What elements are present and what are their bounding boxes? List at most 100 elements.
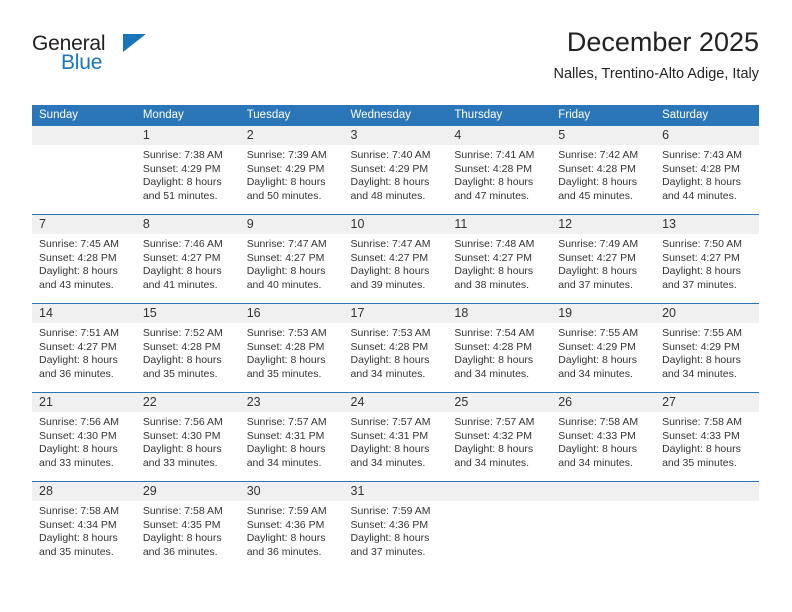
sunrise-text: Sunrise: 7:49 AM bbox=[558, 238, 639, 250]
sunset-text: Sunset: 4:28 PM bbox=[142, 340, 221, 353]
calendar-day-cell[interactable]: 5 Sunrise: 7:42 AM Sunset: 4:28 PM Daylight… bbox=[551, 126, 656, 215]
calendar-day-cell[interactable]: 28 Sunrise: 7:58 AM Sunset: 4:34 PM Dayligh… bbox=[32, 481, 136, 570]
calendar-day-cell[interactable]: 1 Sunrise: 7:38 AM Sunset: 4:29 PM Daylight… bbox=[135, 126, 240, 215]
day-details: Sunrise: 7:43 AM Sunset: 4:28 PM Daylight:… bbox=[655, 145, 759, 203]
daylight-text-line1: Daylight: 8 hours bbox=[662, 176, 741, 189]
calendar-day-cell[interactable]: 4 Sunrise: 7:41 AM Sunset: 4:28 PM Daylight… bbox=[447, 126, 552, 215]
sunrise-text: Sunrise: 7:56 AM bbox=[142, 416, 223, 428]
day-details: Sunrise: 7:57 AM Sunset: 4:31 PM Daylight:… bbox=[240, 412, 344, 470]
sunrise-text: Sunrise: 7:47 AM bbox=[350, 238, 431, 250]
calendar-day-cell[interactable]: 31 Sunrise: 7:59 AM Sunset: 4:36 PM Dayligh… bbox=[343, 481, 448, 570]
calendar-day-cell[interactable]: 13 Sunrise: 7:50 AM Sunset: 4:27 PM Dayligh… bbox=[655, 214, 759, 304]
calendar-day-cell[interactable]: 25 Sunrise: 7:57 AM Sunset: 4:32 PM Dayligh… bbox=[447, 392, 552, 482]
daylight-text-line1: Daylight: 8 hours bbox=[558, 354, 638, 367]
sunset-text: Sunset: 4:29 PM bbox=[558, 340, 636, 353]
daylight-text-line1: Daylight: 8 hours bbox=[558, 443, 638, 456]
day-details: Sunrise: 7:53 AM Sunset: 4:28 PM Daylight:… bbox=[344, 323, 448, 381]
daylight-text-line2: and 38 minutes. bbox=[454, 278, 530, 291]
calendar-day-cell[interactable]: 30 Sunrise: 7:59 AM Sunset: 4:36 PM Dayligh… bbox=[239, 481, 344, 570]
weekday-header-sunday: Sunday bbox=[32, 105, 136, 126]
sunrise-text: Sunrise: 7:45 AM bbox=[39, 238, 119, 250]
day-details: Sunrise: 7:49 AM Sunset: 4:27 PM Daylight:… bbox=[551, 234, 655, 292]
calendar-day-cell[interactable]: 7 Sunrise: 7:45 AM Sunset: 4:28 PM Daylight… bbox=[32, 214, 136, 304]
day-details: Sunrise: 7:57 AM Sunset: 4:31 PM Daylight:… bbox=[344, 412, 448, 470]
daylight-text-line1: Daylight: 8 hours bbox=[246, 532, 326, 545]
day-number: 3 bbox=[343, 126, 448, 145]
daylight-text-line1: Daylight: 8 hours bbox=[454, 265, 534, 278]
calendar-day-cell[interactable]: 21 Sunrise: 7:56 AM Sunset: 4:30 PM Dayligh… bbox=[32, 392, 136, 482]
calendar-header-row: Sunday Monday Tuesday Wednesday Thursday Frid… bbox=[32, 105, 759, 126]
day-number: 12 bbox=[551, 215, 656, 234]
calendar-day-cell[interactable]: 26 Sunrise: 7:58 AM Sunset: 4:33 PM Dayligh… bbox=[551, 392, 656, 482]
calendar-day-cell[interactable]: 10 Sunrise: 7:47 AM Sunset: 4:27 PM Dayligh… bbox=[343, 214, 448, 304]
calendar-day-cell[interactable]: 14 Sunrise: 7:51 AM Sunset: 4:27 PM Dayligh… bbox=[32, 303, 136, 393]
day-details: Sunrise: 7:59 AM Sunset: 4:36 PM Daylight:… bbox=[240, 501, 344, 559]
day-number: 29 bbox=[135, 482, 240, 501]
sunset-text: Sunset: 4:27 PM bbox=[39, 340, 117, 353]
weekday-header-friday: Friday bbox=[551, 105, 656, 126]
calendar-day-cell[interactable]: 16 Sunrise: 7:53 AM Sunset: 4:28 PM Dayligh… bbox=[239, 303, 344, 393]
sunset-text: Sunset: 4:33 PM bbox=[558, 429, 636, 442]
calendar-day-cell[interactable]: 6 Sunrise: 7:43 AM Sunset: 4:28 PM Daylight… bbox=[655, 126, 759, 215]
day-cell-inner: 31 Sunrise: 7:59 AM Sunset: 4:36 PM Dayligh… bbox=[343, 482, 448, 570]
calendar-day-cell[interactable]: 2 Sunrise: 7:39 AM Sunset: 4:29 PM Daylight… bbox=[239, 126, 344, 215]
calendar-day-cell[interactable]: 8 Sunrise: 7:46 AM Sunset: 4:27 PM Daylight… bbox=[135, 214, 240, 304]
calendar-day-cell[interactable]: 12 Sunrise: 7:49 AM Sunset: 4:27 PM Dayligh… bbox=[551, 214, 656, 304]
daylight-text-line2: and 39 minutes. bbox=[350, 278, 426, 291]
daylight-text-line2: and 35 minutes. bbox=[39, 545, 114, 558]
calendar-day-cell[interactable] bbox=[655, 481, 759, 570]
daylight-text-line2: and 34 minutes. bbox=[454, 367, 530, 380]
calendar-day-cell[interactable]: 18 Sunrise: 7:54 AM Sunset: 4:28 PM Dayligh… bbox=[447, 303, 552, 393]
calendar-day-cell[interactable]: 11 Sunrise: 7:48 AM Sunset: 4:27 PM Dayligh… bbox=[447, 214, 552, 304]
day-details: Sunrise: 7:51 AM Sunset: 4:27 PM Daylight:… bbox=[32, 323, 136, 381]
calendar-day-cell[interactable] bbox=[32, 126, 136, 215]
day-number: 1 bbox=[135, 126, 240, 145]
daylight-text-line1: Daylight: 8 hours bbox=[662, 265, 741, 278]
day-number: 17 bbox=[343, 304, 448, 323]
sunset-text: Sunset: 4:33 PM bbox=[662, 429, 740, 442]
day-details: Sunrise: 7:40 AM Sunset: 4:29 PM Daylight:… bbox=[344, 145, 448, 203]
sunset-text: Sunset: 4:31 PM bbox=[350, 429, 429, 442]
calendar-day-cell[interactable] bbox=[551, 481, 656, 570]
day-number: 30 bbox=[239, 482, 344, 501]
day-cell-inner: 29 Sunrise: 7:58 AM Sunset: 4:35 PM Dayligh… bbox=[135, 482, 240, 570]
daylight-text-line2: and 51 minutes. bbox=[142, 189, 218, 202]
day-details: Sunrise: 7:56 AM Sunset: 4:30 PM Daylight:… bbox=[136, 412, 240, 470]
day-cell-inner: 25 Sunrise: 7:57 AM Sunset: 4:32 PM Dayligh… bbox=[447, 393, 552, 481]
daylight-text-line1: Daylight: 8 hours bbox=[350, 443, 430, 456]
day-details: Sunrise: 7:55 AM Sunset: 4:29 PM Daylight:… bbox=[655, 323, 759, 381]
calendar-day-cell[interactable]: 29 Sunrise: 7:58 AM Sunset: 4:35 PM Dayligh… bbox=[135, 481, 240, 570]
calendar-day-cell[interactable]: 17 Sunrise: 7:53 AM Sunset: 4:28 PM Dayligh… bbox=[343, 303, 448, 393]
sunset-text: Sunset: 4:29 PM bbox=[662, 340, 740, 353]
calendar-day-cell[interactable]: 22 Sunrise: 7:56 AM Sunset: 4:30 PM Dayligh… bbox=[135, 392, 240, 482]
calendar-week-row: 21 Sunrise: 7:56 AM Sunset: 4:30 PM Dayligh… bbox=[32, 392, 759, 482]
general-blue-logo[interactable]: General Blue bbox=[32, 32, 172, 84]
calendar-day-cell[interactable]: 19 Sunrise: 7:55 AM Sunset: 4:29 PM Dayligh… bbox=[551, 303, 656, 393]
calendar-day-cell[interactable]: 24 Sunrise: 7:57 AM Sunset: 4:31 PM Dayligh… bbox=[343, 392, 448, 482]
daylight-text-line2: and 37 minutes. bbox=[662, 278, 737, 291]
page-title: December 2025 bbox=[566, 27, 759, 57]
calendar-day-cell[interactable]: 15 Sunrise: 7:52 AM Sunset: 4:28 PM Dayligh… bbox=[135, 303, 240, 393]
daylight-text-line2: and 44 minutes. bbox=[662, 189, 737, 202]
calendar-day-cell[interactable]: 27 Sunrise: 7:58 AM Sunset: 4:33 PM Dayligh… bbox=[655, 392, 759, 482]
daylight-text-line1: Daylight: 8 hours bbox=[246, 354, 326, 367]
sunrise-text: Sunrise: 7:57 AM bbox=[454, 416, 535, 428]
day-cell-inner: 7 Sunrise: 7:45 AM Sunset: 4:28 PM Daylight… bbox=[32, 215, 136, 303]
sunrise-text: Sunrise: 7:54 AM bbox=[454, 327, 535, 339]
sunrise-text: Sunrise: 7:38 AM bbox=[142, 149, 223, 161]
calendar-day-cell[interactable]: 9 Sunrise: 7:47 AM Sunset: 4:27 PM Daylight… bbox=[239, 214, 344, 304]
calendar-day-cell[interactable]: 23 Sunrise: 7:57 AM Sunset: 4:31 PM Dayligh… bbox=[239, 392, 344, 482]
day-cell-inner: 16 Sunrise: 7:53 AM Sunset: 4:28 PM Dayligh… bbox=[239, 304, 344, 392]
sunrise-text: Sunrise: 7:57 AM bbox=[350, 416, 431, 428]
day-number: 2 bbox=[239, 126, 344, 145]
calendar-day-cell[interactable] bbox=[447, 481, 552, 570]
calendar-day-cell[interactable]: 3 Sunrise: 7:40 AM Sunset: 4:29 PM Daylight… bbox=[343, 126, 448, 215]
calendar-day-cell[interactable]: 20 Sunrise: 7:55 AM Sunset: 4:29 PM Dayligh… bbox=[655, 303, 759, 393]
daylight-text-line1: Daylight: 8 hours bbox=[350, 532, 430, 545]
day-number: 25 bbox=[447, 393, 552, 412]
calendar-week-row: 14 Sunrise: 7:51 AM Sunset: 4:27 PM Dayligh… bbox=[32, 303, 759, 393]
day-number: 31 bbox=[343, 482, 448, 501]
weekday-header-thursday: Thursday bbox=[447, 105, 552, 126]
day-cell-inner: 8 Sunrise: 7:46 AM Sunset: 4:27 PM Daylight… bbox=[135, 215, 240, 303]
day-number: 23 bbox=[239, 393, 344, 412]
